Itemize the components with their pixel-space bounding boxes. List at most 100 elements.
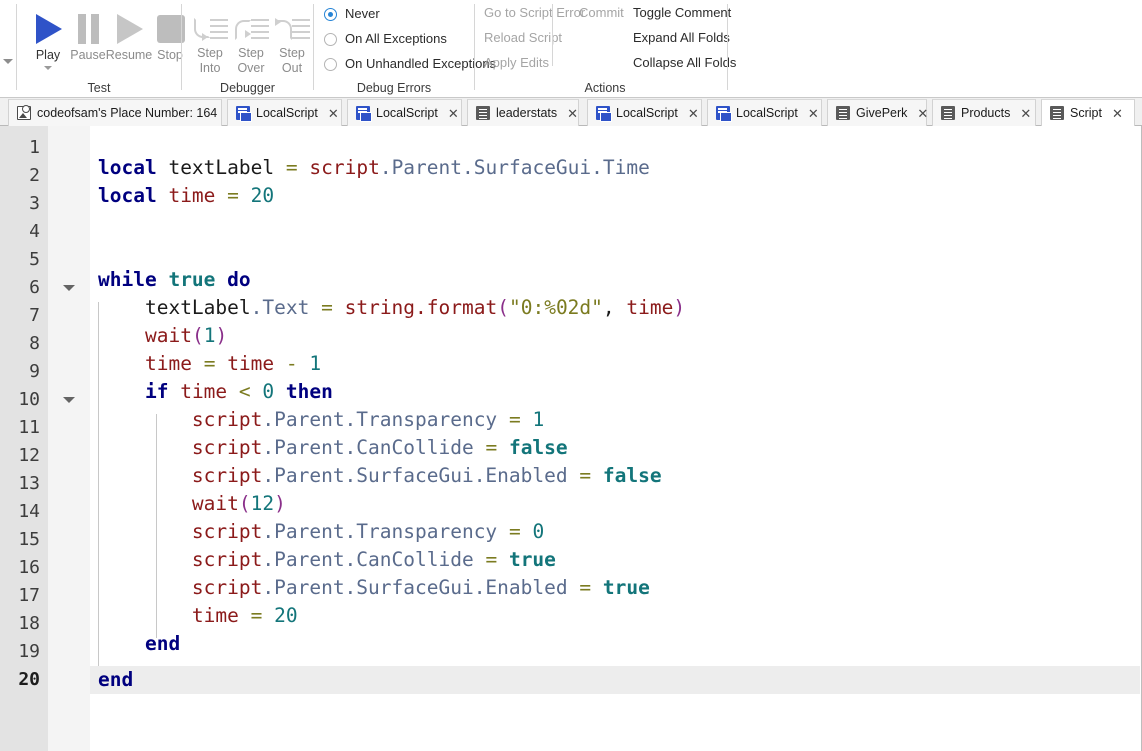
tab-label: LocalScript <box>616 106 678 120</box>
ribbon-group-debugger: Step Into Step Over <box>182 0 313 97</box>
tab-label: GivePerk <box>856 106 907 120</box>
line-number: 6 <box>29 274 40 302</box>
tab-label: LocalScript <box>256 106 318 120</box>
code-line-19[interactable]: end <box>90 630 1141 658</box>
step-out-button[interactable]: Step Out <box>266 4 318 74</box>
tab-label: leaderstats <box>496 106 557 120</box>
code-line-3[interactable]: local time = 20 <box>90 182 1141 210</box>
code-line-15[interactable]: script.Parent.Transparency = 0 <box>90 518 1141 546</box>
ribbon-group-debug-errors: Never On All Exceptions On Unhandled Exc… <box>314 0 474 97</box>
line-number: 3 <box>29 190 40 218</box>
script-icon <box>836 106 850 120</box>
code-line-14[interactable]: wait(12) <box>90 490 1141 518</box>
localscript-icon <box>356 106 370 120</box>
chevron-down-icon[interactable] <box>2 56 14 68</box>
code-line-9[interactable]: time = time - 1 <box>90 350 1141 378</box>
commit-button[interactable]: Commit <box>579 5 624 27</box>
tab-giveperk[interactable]: GivePerk ✕ <box>827 99 927 126</box>
play-dropdown-caret-icon[interactable] <box>44 66 52 70</box>
code-line-7[interactable]: textLabel.Text = string.format("0:%02d",… <box>90 294 1141 322</box>
code-line-2[interactable]: local textLabel = script.Parent.SurfaceG… <box>90 154 1141 182</box>
line-number: 13 <box>18 470 40 498</box>
group-label-actions: Actions <box>505 81 705 95</box>
close-icon[interactable]: ✕ <box>915 107 930 120</box>
tab-label: LocalScript <box>376 106 438 120</box>
code-line-13[interactable]: script.Parent.SurfaceGui.Enabled = false <box>90 462 1141 490</box>
code-line-12[interactable]: script.Parent.CanCollide = false <box>90 434 1141 462</box>
close-icon[interactable]: ✕ <box>446 107 461 120</box>
tab-label: LocalScript <box>736 106 798 120</box>
tab-label: Script <box>1070 106 1102 120</box>
line-number: 7 <box>29 302 40 330</box>
code-line-4[interactable] <box>90 210 1141 238</box>
localscript-icon <box>596 106 610 120</box>
reload-script-button[interactable]: Reload Script <box>484 30 562 52</box>
close-icon[interactable]: ✕ <box>565 107 580 120</box>
code-line-20[interactable]: end <box>90 666 1141 694</box>
script-icon <box>941 106 955 120</box>
tab-label: codeofsam's Place Number: 164 <box>37 106 217 120</box>
code-line-18[interactable]: time = 20 <box>90 602 1141 630</box>
script-tab-bar: codeofsam's Place Number: 164 ✕ LocalScr… <box>0 98 1142 126</box>
code-line-6[interactable]: while true do <box>90 266 1141 294</box>
close-icon[interactable]: ✕ <box>326 107 341 120</box>
radio-dot-icon <box>324 8 337 21</box>
line-number: 12 <box>18 442 40 470</box>
toggle-comment-button[interactable]: Toggle Comment <box>633 5 731 27</box>
ribbon-group-test: Play Pause Resume Stop Test <box>17 0 181 97</box>
close-icon[interactable]: ✕ <box>1110 107 1125 120</box>
ribbon-divider <box>552 4 553 66</box>
line-number: 4 <box>29 218 40 246</box>
expand-all-folds-button[interactable]: Expand All Folds <box>633 30 730 52</box>
step-out-label-2: Out <box>282 61 302 75</box>
line-number-current: 20 <box>18 666 40 694</box>
tab-localscript-1[interactable]: LocalScript ✕ <box>227 99 342 126</box>
radio-dot-icon <box>324 58 337 71</box>
script-editor[interactable]: 1 2 3 4 5 6 7 8 9 10 11 12 13 14 15 16 1… <box>0 126 1142 751</box>
code-line-5[interactable] <box>90 238 1141 266</box>
tab-label: Products <box>961 106 1010 120</box>
code-line-17[interactable]: script.Parent.SurfaceGui.Enabled = true <box>90 574 1141 602</box>
tab-localscript-3[interactable]: LocalScript ✕ <box>587 99 702 126</box>
code-content[interactable]: local textLabel = script.Parent.SurfaceG… <box>90 126 1141 751</box>
place-icon <box>17 106 31 120</box>
radio-never-label: Never <box>345 6 380 21</box>
ribbon-toolbar: Play Pause Resume Stop Test <box>0 0 1142 98</box>
step-out-icon <box>266 8 318 48</box>
go-to-script-error-button[interactable]: Go to Script Error <box>484 5 585 27</box>
line-number: 10 <box>18 386 40 414</box>
tab-localscript-2[interactable]: LocalScript ✕ <box>347 99 462 126</box>
fold-toggle-icon-line10[interactable] <box>62 386 76 414</box>
apply-edits-button[interactable]: Apply Edits <box>484 55 549 77</box>
step-into-label-2: Into <box>200 61 221 75</box>
ribbon-group-actions: Go to Script Error Commit Toggle Comment… <box>475 0 727 97</box>
line-number: 14 <box>18 498 40 526</box>
collapse-all-folds-button[interactable]: Collapse All Folds <box>633 55 736 77</box>
radio-dot-icon <box>324 33 337 46</box>
group-label-test: Test <box>17 81 181 95</box>
close-icon[interactable]: ✕ <box>686 107 701 120</box>
tab-script[interactable]: Script ✕ <box>1041 99 1135 127</box>
line-number: 17 <box>18 582 40 610</box>
code-line-10[interactable]: if time < 0 then <box>90 378 1141 406</box>
line-number: 9 <box>29 358 40 386</box>
script-icon <box>1050 106 1064 120</box>
tab-place[interactable]: codeofsam's Place Number: 164 ✕ <box>8 99 222 126</box>
code-line-16[interactable]: script.Parent.CanCollide = true <box>90 546 1141 574</box>
tab-localscript-4[interactable]: LocalScript ✕ <box>707 99 822 126</box>
code-line-8[interactable]: wait(1) <box>90 322 1141 350</box>
tab-products[interactable]: Products ✕ <box>932 99 1036 126</box>
localscript-icon <box>716 106 730 120</box>
fold-toggle-icon-line6[interactable] <box>62 274 76 302</box>
close-icon[interactable]: ✕ <box>806 107 821 120</box>
ribbon-divider <box>727 4 728 90</box>
code-line-11[interactable]: script.Parent.Transparency = 1 <box>90 406 1141 434</box>
code-line-1[interactable] <box>90 126 1141 154</box>
line-number: 18 <box>18 610 40 638</box>
fold-column <box>48 126 90 751</box>
close-icon[interactable]: ✕ <box>1018 107 1033 120</box>
script-icon <box>476 106 490 120</box>
tab-leaderstats[interactable]: leaderstats ✕ <box>467 99 579 126</box>
line-number: 8 <box>29 330 40 358</box>
group-label-debug-errors: Debug Errors <box>314 81 474 95</box>
